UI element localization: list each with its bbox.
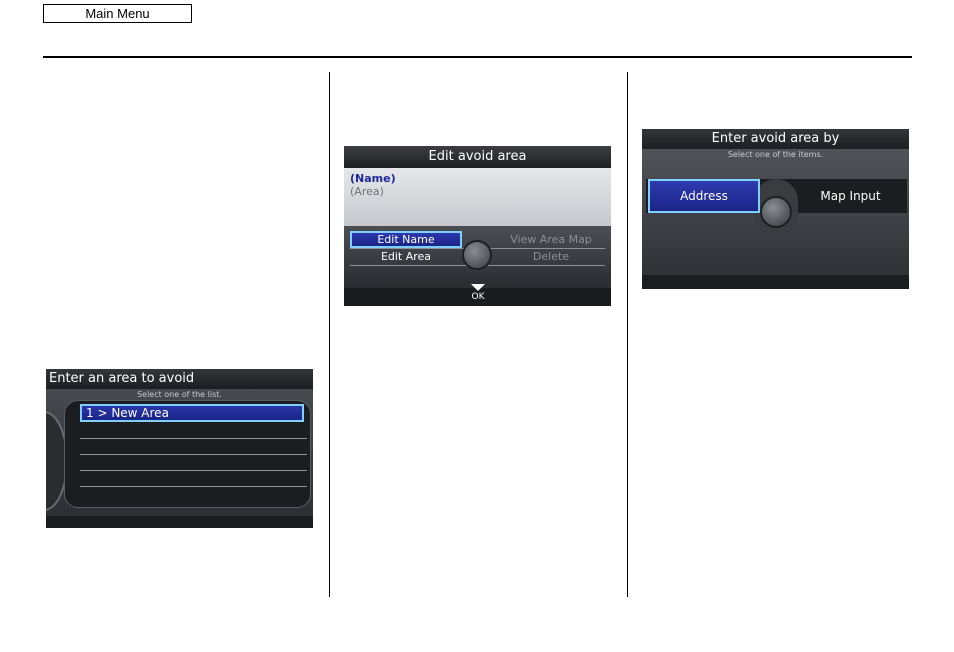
- interface-dial-icon: [462, 240, 492, 270]
- screen-subtitle: Select one of the items.: [727, 150, 824, 159]
- column-divider-1: [329, 72, 330, 597]
- screen-enter-area-to-avoid: Enter an area to avoid Select one of the…: [46, 369, 313, 528]
- ok-arrow-icon: [471, 284, 485, 291]
- list-row-divider: [80, 454, 307, 455]
- list-row-divider: [80, 470, 307, 471]
- screen-bottom-bar: [642, 275, 909, 289]
- map-input-button[interactable]: Map Input: [794, 179, 907, 213]
- screen-bottom-bar: [46, 516, 313, 528]
- screen-title: Enter an area to avoid: [46, 369, 313, 389]
- column-divider-2: [627, 72, 628, 597]
- list-row-divider: [80, 486, 307, 487]
- delete-button[interactable]: Delete: [496, 249, 606, 265]
- view-area-map-button[interactable]: View Area Map: [496, 231, 606, 248]
- list-row-divider: [80, 438, 307, 439]
- screen-subtitle: Select one of the list.: [137, 390, 222, 399]
- screen-enter-avoid-area-by: Enter avoid area by Select one of the it…: [642, 129, 909, 289]
- ok-label[interactable]: OK: [464, 292, 492, 302]
- main-menu-button[interactable]: Main Menu: [43, 4, 192, 23]
- list-item-new-area[interactable]: 1 > New Area: [80, 404, 304, 422]
- area-area-value: (Area): [350, 185, 384, 198]
- edit-name-button[interactable]: Edit Name: [350, 231, 462, 248]
- screen-title: Edit avoid area: [344, 146, 611, 168]
- top-divider: [43, 56, 912, 58]
- screen-title: Enter avoid area by: [642, 129, 909, 149]
- screen-edit-avoid-area: Edit avoid area (Name) (Area) Edit Name …: [344, 146, 611, 306]
- address-button[interactable]: Address: [648, 179, 760, 213]
- edit-area-button[interactable]: Edit Area: [350, 249, 462, 265]
- area-name-value: (Name): [350, 172, 396, 185]
- interface-dial-icon: [760, 196, 792, 228]
